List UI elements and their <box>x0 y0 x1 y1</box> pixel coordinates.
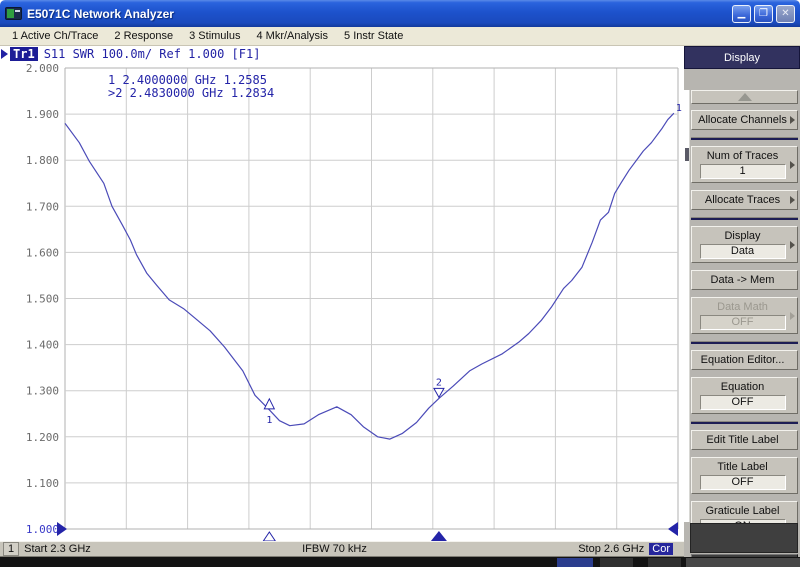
softkey-label: Display <box>696 230 789 242</box>
scroll-up-button[interactable] <box>691 90 798 104</box>
softkey-sidebar: Display Allocate Channels Num of Traces 1 A… <box>684 46 800 557</box>
softkey-value: OFF <box>700 395 786 410</box>
softkey-edit-title-label[interactable]: Edit Title Label <box>691 430 798 450</box>
taskbar-edge-strip <box>0 557 800 567</box>
taskbar-segment <box>557 558 593 567</box>
taskbar-segment <box>600 558 633 567</box>
y-axis-tick-label: 1.000 <box>26 523 59 536</box>
softkey-label: Equation <box>696 381 789 393</box>
softkey-separator <box>691 217 798 220</box>
correction-badge: Cor <box>649 543 673 555</box>
y-axis-tick-label: 1.100 <box>26 477 59 490</box>
taskbar-segment <box>686 558 800 567</box>
softkey-num-of-traces[interactable]: Num of Traces 1 <box>691 146 798 183</box>
trace-end-number: 1 <box>676 103 682 114</box>
submenu-arrow-icon <box>790 196 795 204</box>
softkey-equation-editor[interactable]: Equation Editor... <box>691 350 798 370</box>
start-frequency-label: Start 2.3 GHz <box>24 543 91 555</box>
softkey-scrollbar-thumb[interactable] <box>685 148 689 161</box>
app-icon <box>5 7 22 20</box>
menu-item[interactable]: 5 Instr State <box>336 28 411 44</box>
softkey-scrollbar[interactable] <box>684 90 690 522</box>
channel-number-badge: 1 <box>3 542 19 556</box>
y-axis-tick-label: 1.300 <box>26 385 59 398</box>
softkey-separator <box>691 341 798 344</box>
submenu-arrow-icon <box>790 312 795 320</box>
app-window: E5071C Network Analyzer ▁ ❐ ✕ 1 Active C… <box>0 0 800 567</box>
menu-item[interactable]: 1 Active Ch/Trace <box>4 28 106 44</box>
softkey-value: Data <box>700 244 786 259</box>
softkey-data-mem[interactable]: Data -> Mem <box>691 270 798 290</box>
window-title: E5071C Network Analyzer <box>27 7 729 21</box>
y-axis-tick-label: 2.000 <box>26 62 59 75</box>
menu-item[interactable]: 4 Mkr/Analysis <box>248 28 336 44</box>
softkey-value: OFF <box>700 315 786 330</box>
softkey-menu-title: Display <box>684 46 800 69</box>
softkey-separator <box>691 421 798 424</box>
softkey-label: Data -> Mem <box>696 274 789 286</box>
minimize-button[interactable]: ▁ <box>732 5 751 23</box>
close-button[interactable]: ✕ <box>776 5 795 23</box>
marker-readout-line: >2 2.4830000 GHz 1.2834 <box>108 86 274 100</box>
swr-chart: 2.000 1.900 1.800 1.700 1.600 1.500 1.400 1.300… <box>0 46 684 541</box>
softkey-label: Allocate Traces <box>696 194 789 206</box>
softkey-label: Num of Traces <box>696 150 789 162</box>
triangle-up-icon <box>738 93 752 101</box>
softkey-label: Edit Title Label <box>696 434 789 446</box>
active-trace-arrow-icon <box>1 49 8 59</box>
menu-item[interactable]: 3 Stimulus <box>181 28 248 44</box>
submenu-arrow-icon <box>790 116 795 124</box>
marker-triangle-icon <box>264 399 274 409</box>
trace-chip: Tr1 <box>10 47 38 61</box>
trace-format-text: S11 SWR 100.0m/ Ref 1.000 [F1] <box>44 47 261 61</box>
softkey-list: Allocate Channels Num of Traces 1 Allocate … <box>691 90 798 567</box>
softkey-separator <box>691 137 798 140</box>
marker-stimulus-triangle-icon <box>263 532 275 541</box>
y-axis-tick-label: 1.800 <box>26 154 59 167</box>
y-axis-tick-label: 1.900 <box>26 108 59 121</box>
softkey-label: Data Math <box>696 301 789 313</box>
taskbar-segment <box>648 558 681 567</box>
softkey-value: OFF <box>700 475 786 490</box>
title-bar: E5071C Network Analyzer ▁ ❐ ✕ <box>0 0 800 27</box>
submenu-arrow-icon <box>790 241 795 249</box>
softkey-allocate-traces[interactable]: Allocate Traces <box>691 190 798 210</box>
marker-readout-line: 1 2.4000000 GHz 1.2585 <box>108 73 267 87</box>
y-axis-tick-label: 1.500 <box>26 293 59 306</box>
y-axis-tick-label: 1.200 <box>26 431 59 444</box>
softkey-title-label[interactable]: Title Label OFF <box>691 457 798 494</box>
status-bar: 1 Start 2.3 GHz IFBW 70 kHz Stop 2.6 GHz… <box>0 541 684 557</box>
softkey-display[interactable]: Display Data <box>691 226 798 263</box>
y-axis-tick-label: 1.700 <box>26 200 59 213</box>
active-marker-stimulus-triangle-icon <box>431 531 447 541</box>
y-axis-tick-label: 1.600 <box>26 246 59 259</box>
softkey-label: Allocate Channels <box>696 114 789 126</box>
ref-level-right-arrow-icon <box>668 522 678 536</box>
softkey-equation[interactable]: Equation OFF <box>691 377 798 414</box>
chart-client-area: Tr1 S11 SWR 100.0m/ Ref 1.000 [F1] 2.000… <box>0 46 684 541</box>
menu-item[interactable]: 2 Response <box>106 28 181 44</box>
trace-status-bar[interactable]: Tr1 S11 SWR 100.0m/ Ref 1.000 [F1] <box>1 47 260 61</box>
submenu-arrow-icon <box>790 161 795 169</box>
marker-number: 2 <box>436 377 442 388</box>
stop-frequency-label: Stop 2.6 GHz <box>578 543 644 555</box>
softkey-allocate-channels[interactable]: Allocate Channels <box>691 110 798 130</box>
softkey-empty-panel <box>690 523 798 553</box>
marker-number: 1 <box>266 415 272 426</box>
softkey-label: Equation Editor... <box>696 354 789 366</box>
softkey-label: Title Label <box>696 461 789 473</box>
menu-bar: 1 Active Ch/Trace2 Response3 Stimulus4 M… <box>0 27 800 46</box>
y-axis-tick-label: 1.400 <box>26 339 59 352</box>
restore-button[interactable]: ❐ <box>754 5 773 23</box>
softkey-value: 1 <box>700 164 786 179</box>
ifbw-label: IFBW 70 kHz <box>91 543 578 555</box>
softkey-label: Graticule Label <box>696 505 789 517</box>
softkey-data-math: Data Math OFF <box>691 297 798 334</box>
